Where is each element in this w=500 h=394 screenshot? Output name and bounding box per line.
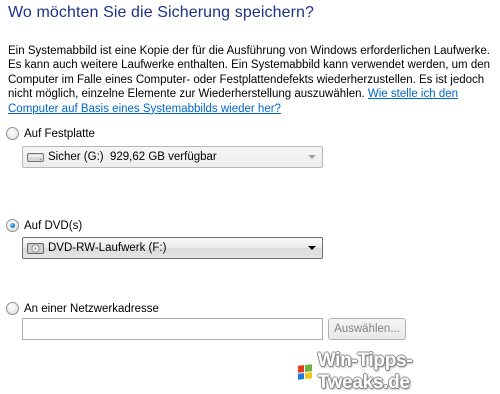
dvd-combo-value: DVD-RW-Laufwerk (F:) [48,242,167,254]
radio-network-row[interactable]: An einer Netzwerkadresse [6,302,159,315]
harddisk-combobox[interactable]: Sicher (G:) 929,62 GB verfügbar [22,146,323,168]
radio-network-label: An einer Netzwerkadresse [24,302,159,315]
description: Ein Systemabbild ist eine Kopie der für … [8,44,494,116]
windows-logo-icon [298,364,312,380]
page-title: Wo möchten Sie die Sicherung speichern? [8,4,315,21]
dvd-combobox[interactable]: DVD-RW-Laufwerk (F:) [22,237,323,259]
radio-network[interactable] [6,302,19,315]
hard-drive-icon [27,153,44,162]
chevron-down-icon [308,155,316,159]
dvd-drive-icon [27,243,44,254]
radio-dvd-label: Auf DVD(s) [24,219,83,232]
radio-dvd-row[interactable]: Auf DVD(s) [6,219,82,232]
radio-harddisk[interactable] [6,127,19,140]
radio-dvd[interactable] [6,219,19,232]
radio-harddisk-row[interactable]: Auf Festplatte [6,127,95,140]
harddisk-combo-value: Sicher (G:) 929,62 GB verfügbar [48,151,217,163]
browse-button[interactable]: Auswählen... [328,318,406,340]
watermark-text: Win-Tipps-Tweaks.de [317,350,413,393]
network-path-input[interactable] [22,318,323,340]
chevron-down-icon [308,246,316,250]
radio-harddisk-label: Auf Festplatte [24,127,95,140]
watermark: Win-Tipps-Tweaks.de [298,350,500,394]
